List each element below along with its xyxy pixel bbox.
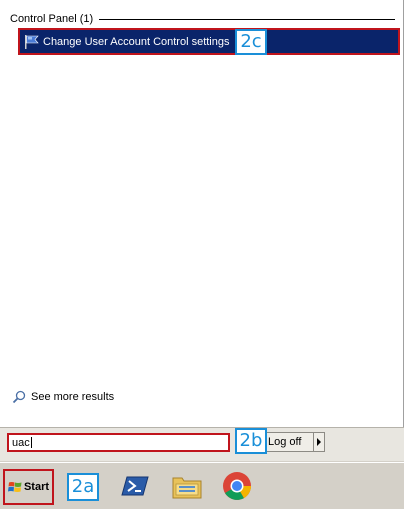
callout-2c: 2c xyxy=(235,29,267,55)
search-input[interactable]: uac xyxy=(7,433,230,452)
callout-2b: 2b xyxy=(235,428,267,454)
folder-icon[interactable] xyxy=(170,469,204,503)
callout-2a: 2a xyxy=(67,473,99,501)
magnifier-icon xyxy=(12,390,26,404)
start-button[interactable]: Start xyxy=(3,469,54,505)
see-more-results-link[interactable]: See more results xyxy=(12,390,114,404)
powershell-icon[interactable] xyxy=(118,469,152,503)
windows-logo-icon xyxy=(7,481,22,493)
see-more-results-label: See more results xyxy=(31,391,115,403)
start-button-label: Start xyxy=(23,481,50,493)
chevron-right-icon xyxy=(317,438,321,446)
text-caret xyxy=(30,437,32,448)
group-header-label: Control Panel (1) xyxy=(10,13,94,25)
search-input-value: uac xyxy=(12,436,30,449)
control-panel-group-header: Control Panel (1) xyxy=(10,12,395,26)
log-off-label: Log off xyxy=(268,436,302,448)
start-menu-panel: Control Panel (1) Change User Account Co… xyxy=(0,0,404,427)
result-item-uac-settings[interactable]: Change User Account Control settings xyxy=(18,28,400,55)
result-item-label: Change User Account Control settings xyxy=(43,35,230,48)
log-off-button[interactable]: Log off xyxy=(264,432,314,452)
group-header-divider xyxy=(99,18,395,20)
uac-shield-flag-icon xyxy=(24,34,40,50)
chrome-icon[interactable] xyxy=(220,469,254,503)
shutdown-options-arrow-button[interactable] xyxy=(313,432,325,452)
